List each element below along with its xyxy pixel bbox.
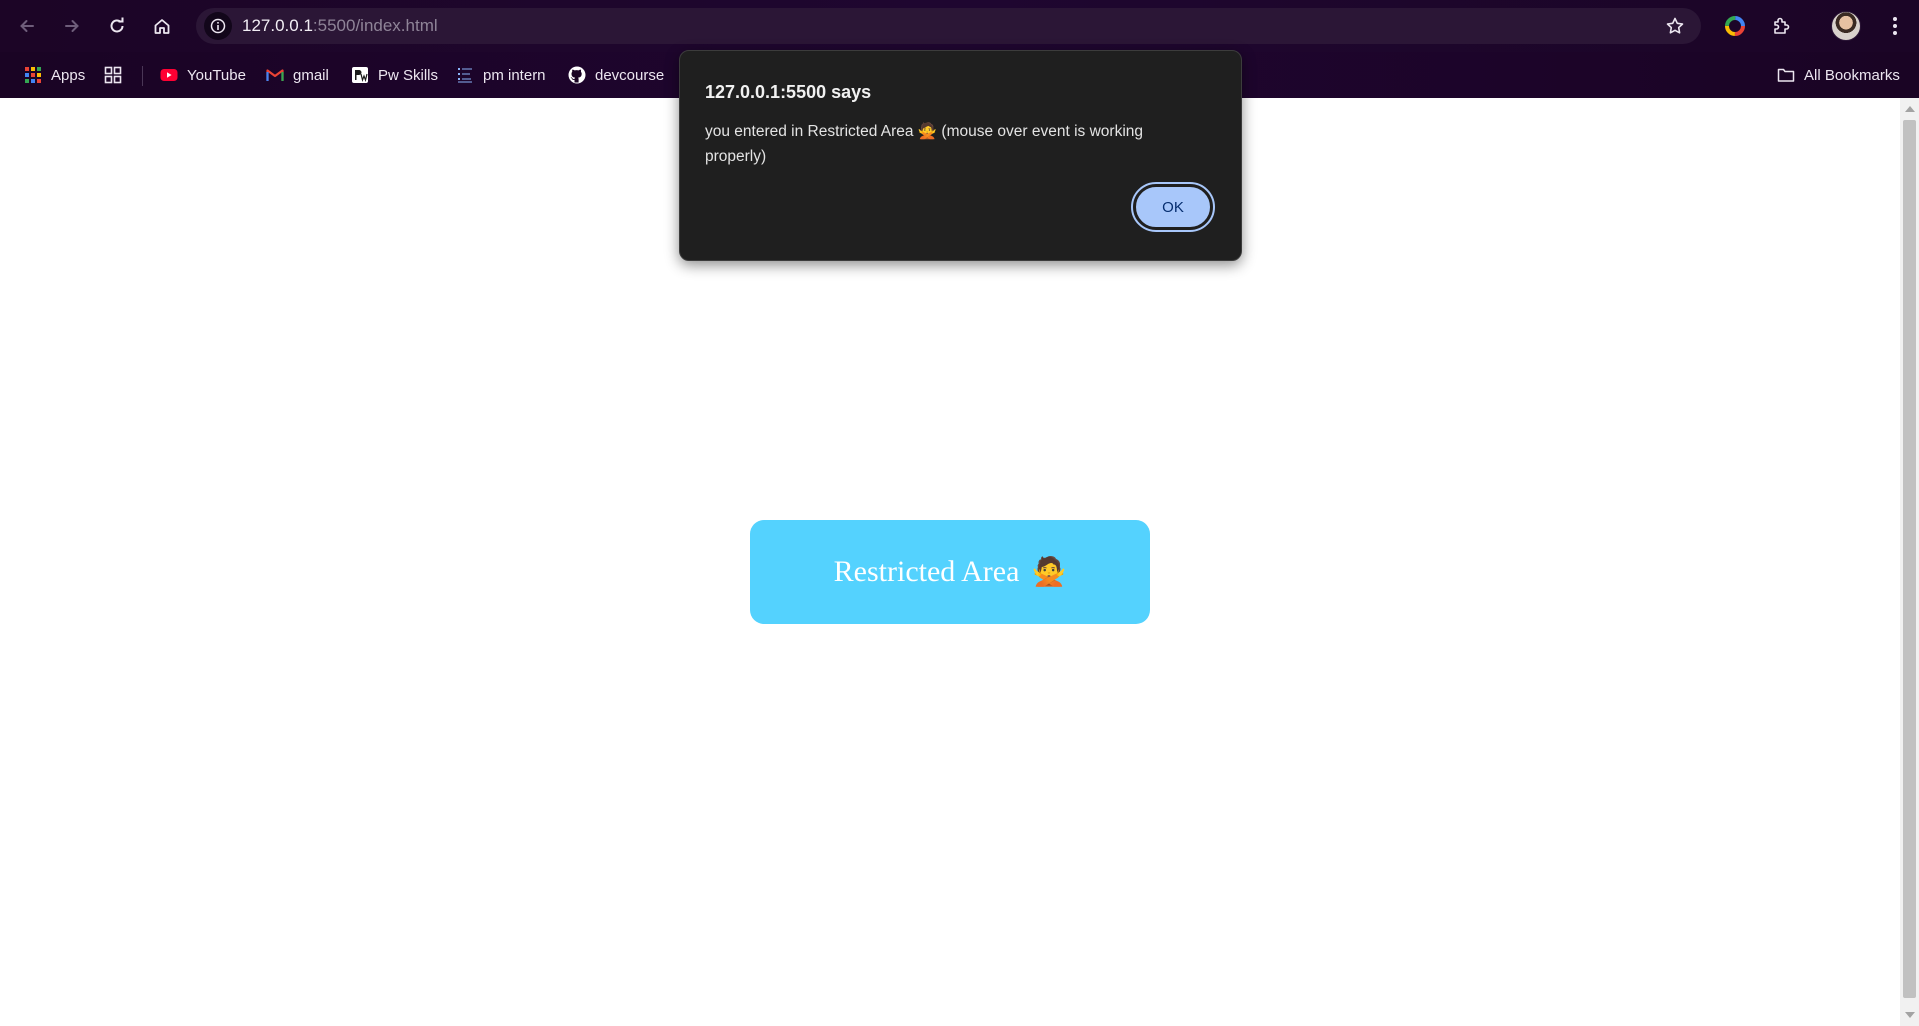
all-bookmarks-label: All Bookmarks (1804, 66, 1900, 84)
home-button[interactable] (145, 9, 179, 43)
bookmark-apps[interactable]: Apps (24, 63, 85, 87)
tab-groups-button[interactable] (104, 63, 131, 87)
kebab-menu-icon (1893, 17, 1897, 35)
back-button[interactable] (10, 9, 44, 43)
bookmark-label: pm intern (483, 66, 546, 84)
page-scrollbar[interactable] (1900, 98, 1919, 1026)
bookmark-label: Apps (51, 66, 86, 84)
bookmark-star-icon[interactable] (1665, 16, 1685, 41)
home-icon (154, 19, 170, 34)
scroll-up-icon[interactable] (1905, 106, 1915, 112)
bookmarks-divider (142, 66, 143, 86)
restricted-area-box[interactable]: Restricted Area 🙅 (750, 520, 1150, 624)
person-gesturing-no-icon: 🙅 (1031, 557, 1067, 588)
apps-grid-icon (25, 67, 41, 83)
tab-grid-icon (104, 66, 122, 84)
back-arrow-icon (20, 20, 34, 32)
youtube-icon (160, 69, 178, 81)
reload-button[interactable] (100, 9, 134, 43)
pm-intern-icon (458, 68, 472, 83)
restricted-area-label: Restricted Area (833, 555, 1020, 588)
url-host: 127.0.0.1 (242, 16, 313, 35)
bookmark-label: gmail (293, 66, 329, 84)
color-extension-button[interactable] (1718, 9, 1752, 43)
color-wheel-icon (1725, 16, 1745, 36)
dialog-message: you entered in Restricted Area 🙅 (mouse … (705, 123, 1144, 165)
url-path: :5500/index.html (312, 16, 438, 35)
menu-button[interactable] (1878, 9, 1912, 43)
avatar (1831, 11, 1861, 41)
scrollbar-thumb[interactable] (1903, 120, 1916, 998)
pwskills-icon (352, 67, 368, 83)
gmail-icon (266, 69, 284, 81)
scroll-down-icon[interactable] (1905, 1012, 1915, 1018)
bookmark-label: devcourse (595, 66, 665, 84)
bookmark-gmail[interactable]: gmail (266, 63, 329, 87)
dialog-title: 127.0.0.1:5500 says (705, 82, 872, 102)
browser-toolbar: 127.0.0.1:5500/index.html (0, 0, 1919, 52)
site-info-icon[interactable] (204, 12, 232, 40)
url-text: 127.0.0.1:5500/index.html (242, 16, 438, 36)
ok-button[interactable]: OK (1131, 182, 1215, 232)
puzzle-icon (1774, 17, 1790, 34)
bookmark-label: Pw Skills (378, 66, 439, 84)
github-icon (568, 66, 586, 84)
bookmark-devcourse[interactable]: devcourse (568, 63, 664, 87)
all-bookmarks-button[interactable]: All Bookmarks (1777, 63, 1900, 87)
bookmark-pw-skills[interactable]: Pw Skills (351, 63, 438, 87)
reload-icon (110, 17, 124, 33)
forward-arrow-icon (65, 20, 79, 32)
bookmark-label: YouTube (187, 66, 246, 84)
bookmark-youtube[interactable]: YouTube (160, 63, 246, 87)
profile-button[interactable] (1829, 9, 1863, 43)
bookmark-pm-intern[interactable]: pm intern (456, 63, 546, 87)
address-bar[interactable]: 127.0.0.1:5500/index.html (196, 8, 1701, 44)
alert-dialog: 127.0.0.1:5500 says you entered in Restr… (679, 50, 1242, 261)
extensions-button[interactable] (1764, 9, 1798, 43)
folder-icon (1777, 68, 1795, 82)
forward-button[interactable] (55, 9, 89, 43)
